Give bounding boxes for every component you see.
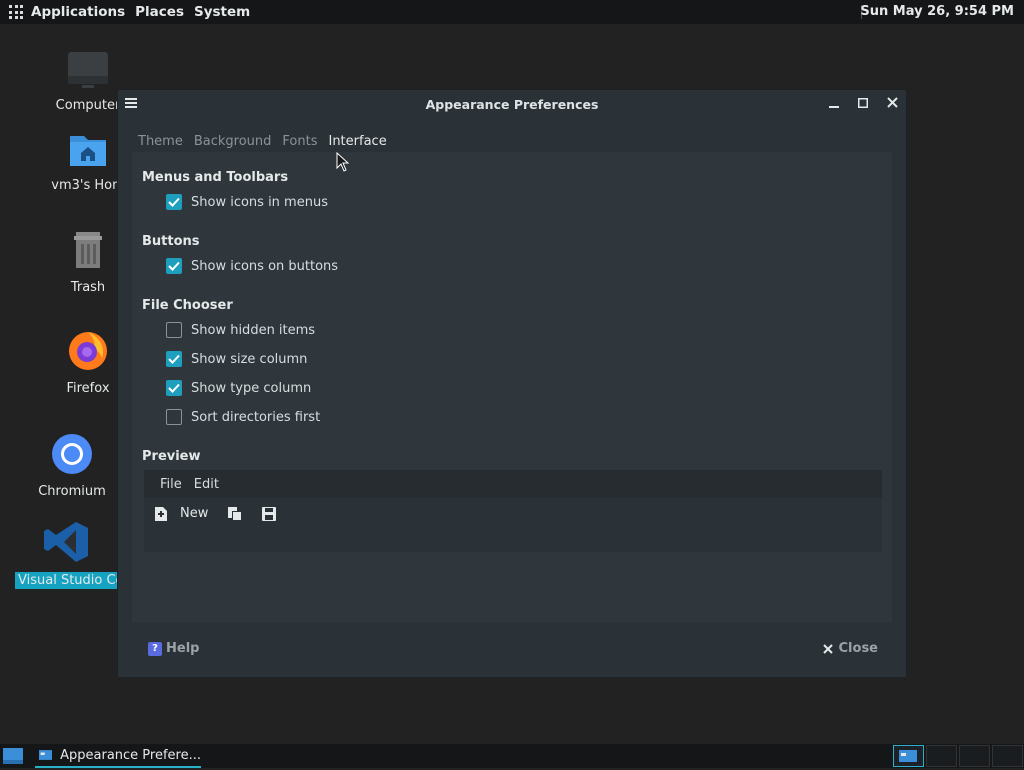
mouse-cursor-icon: [336, 152, 350, 172]
taskbar-item-appearance[interactable]: Appearance Prefere...: [35, 744, 201, 768]
preview-menubar: File Edit: [144, 470, 882, 498]
checkbox-checked[interactable]: [166, 380, 182, 396]
close-button[interactable]: Close: [822, 641, 878, 656]
desktop-icon-chromium[interactable]: Chromium: [24, 432, 120, 499]
trash-icon: [74, 232, 102, 268]
option-label: Show icons in menus: [191, 194, 328, 210]
preview-area: File Edit New: [144, 470, 882, 552]
preview-menu-edit[interactable]: Edit: [194, 477, 219, 492]
maximize-icon: [858, 98, 868, 108]
desktop-icon-label: Visual Studio Co: [15, 572, 124, 589]
checkbox-checked[interactable]: [166, 351, 182, 367]
checkbox-unchecked[interactable]: [166, 409, 182, 425]
taskbar-item-label: Appearance Prefere...: [60, 747, 201, 763]
option-label: Show hidden items: [191, 322, 316, 338]
vscode-icon: [44, 522, 88, 562]
maximize-button[interactable]: [854, 95, 872, 113]
option-show-type-column[interactable]: Show type column: [166, 380, 311, 396]
checkbox-unchecked[interactable]: [166, 322, 182, 338]
appearance-preferences-window: Appearance Preferences Theme Background …: [118, 90, 906, 677]
close-icon: [886, 97, 898, 108]
menu-system[interactable]: System: [194, 4, 250, 20]
window-icon: [39, 750, 53, 760]
firefox-icon: [69, 332, 107, 370]
menu-applications[interactable]: Applications: [31, 4, 125, 20]
help-label: Help: [166, 641, 200, 656]
option-label: Show icons on buttons: [191, 258, 339, 274]
close-label: Close: [838, 641, 878, 656]
home-folder-icon: [70, 136, 106, 166]
option-show-size-column[interactable]: Show size column: [166, 351, 307, 367]
option-label: Sort directories first: [191, 409, 321, 425]
workspace-2[interactable]: [926, 745, 957, 767]
desktop-icon-vscode[interactable]: Visual Studio Co: [15, 520, 124, 589]
copy-icon: [228, 506, 243, 521]
top-panel: Applications Places System Sun May 26, 9…: [0, 0, 1024, 24]
show-desktop-icon[interactable]: [3, 748, 23, 764]
computer-icon: [68, 52, 108, 88]
minimize-button[interactable]: [825, 95, 843, 113]
titlebar[interactable]: Appearance Preferences: [118, 90, 906, 118]
option-sort-directories-first[interactable]: Sort directories first: [166, 409, 320, 425]
chromium-icon: [52, 434, 92, 474]
preview-new-label: New: [180, 506, 209, 521]
option-show-icons-in-menus[interactable]: Show icons in menus: [166, 194, 328, 210]
preview-new-button[interactable]: New: [154, 506, 208, 521]
checkbox-checked[interactable]: [166, 258, 182, 274]
option-show-hidden-items[interactable]: Show hidden items: [166, 322, 315, 338]
preview-toolbar: New: [154, 506, 296, 521]
close-window-button[interactable]: [883, 95, 901, 113]
preview-save-button[interactable]: [262, 506, 277, 521]
clock[interactable]: Sun May 26, 9:54 PM: [860, 4, 1014, 19]
checkmark-icon: [168, 383, 180, 393]
apps-grid-icon[interactable]: [9, 5, 23, 19]
checkbox-checked[interactable]: [166, 194, 182, 210]
close-icon: [822, 643, 833, 654]
workspace-4[interactable]: [992, 745, 1023, 767]
preview-menu-file[interactable]: File: [160, 477, 182, 492]
checkmark-icon: [168, 354, 180, 364]
checkmark-icon: [168, 261, 180, 271]
section-title-preview: Preview: [142, 449, 201, 464]
menu-places[interactable]: Places: [135, 4, 184, 20]
minimize-icon: [829, 106, 839, 108]
help-icon: ?: [148, 641, 162, 656]
preview-copy-button[interactable]: [228, 506, 243, 521]
option-label: Show type column: [191, 380, 312, 396]
workspace-1[interactable]: [893, 745, 924, 767]
section-title-file-chooser: File Chooser: [142, 298, 233, 313]
save-icon: [262, 506, 277, 521]
bottom-panel: Appearance Prefere...: [0, 744, 1024, 768]
checkmark-icon: [168, 197, 180, 207]
interface-panel: Menus and Toolbars Show icons in menus B…: [132, 152, 892, 622]
option-show-icons-on-buttons[interactable]: Show icons on buttons: [166, 258, 338, 274]
help-button[interactable]: ? Help: [148, 641, 199, 656]
option-label: Show size column: [191, 351, 308, 367]
window-title: Appearance Preferences: [425, 97, 599, 112]
section-title-menus: Menus and Toolbars: [142, 170, 289, 185]
workspace-3[interactable]: [959, 745, 990, 767]
new-document-icon: [155, 506, 167, 521]
workspace-window-icon: [899, 750, 917, 762]
desktop-icon-label: Chromium: [38, 484, 106, 499]
section-title-buttons: Buttons: [142, 234, 200, 249]
